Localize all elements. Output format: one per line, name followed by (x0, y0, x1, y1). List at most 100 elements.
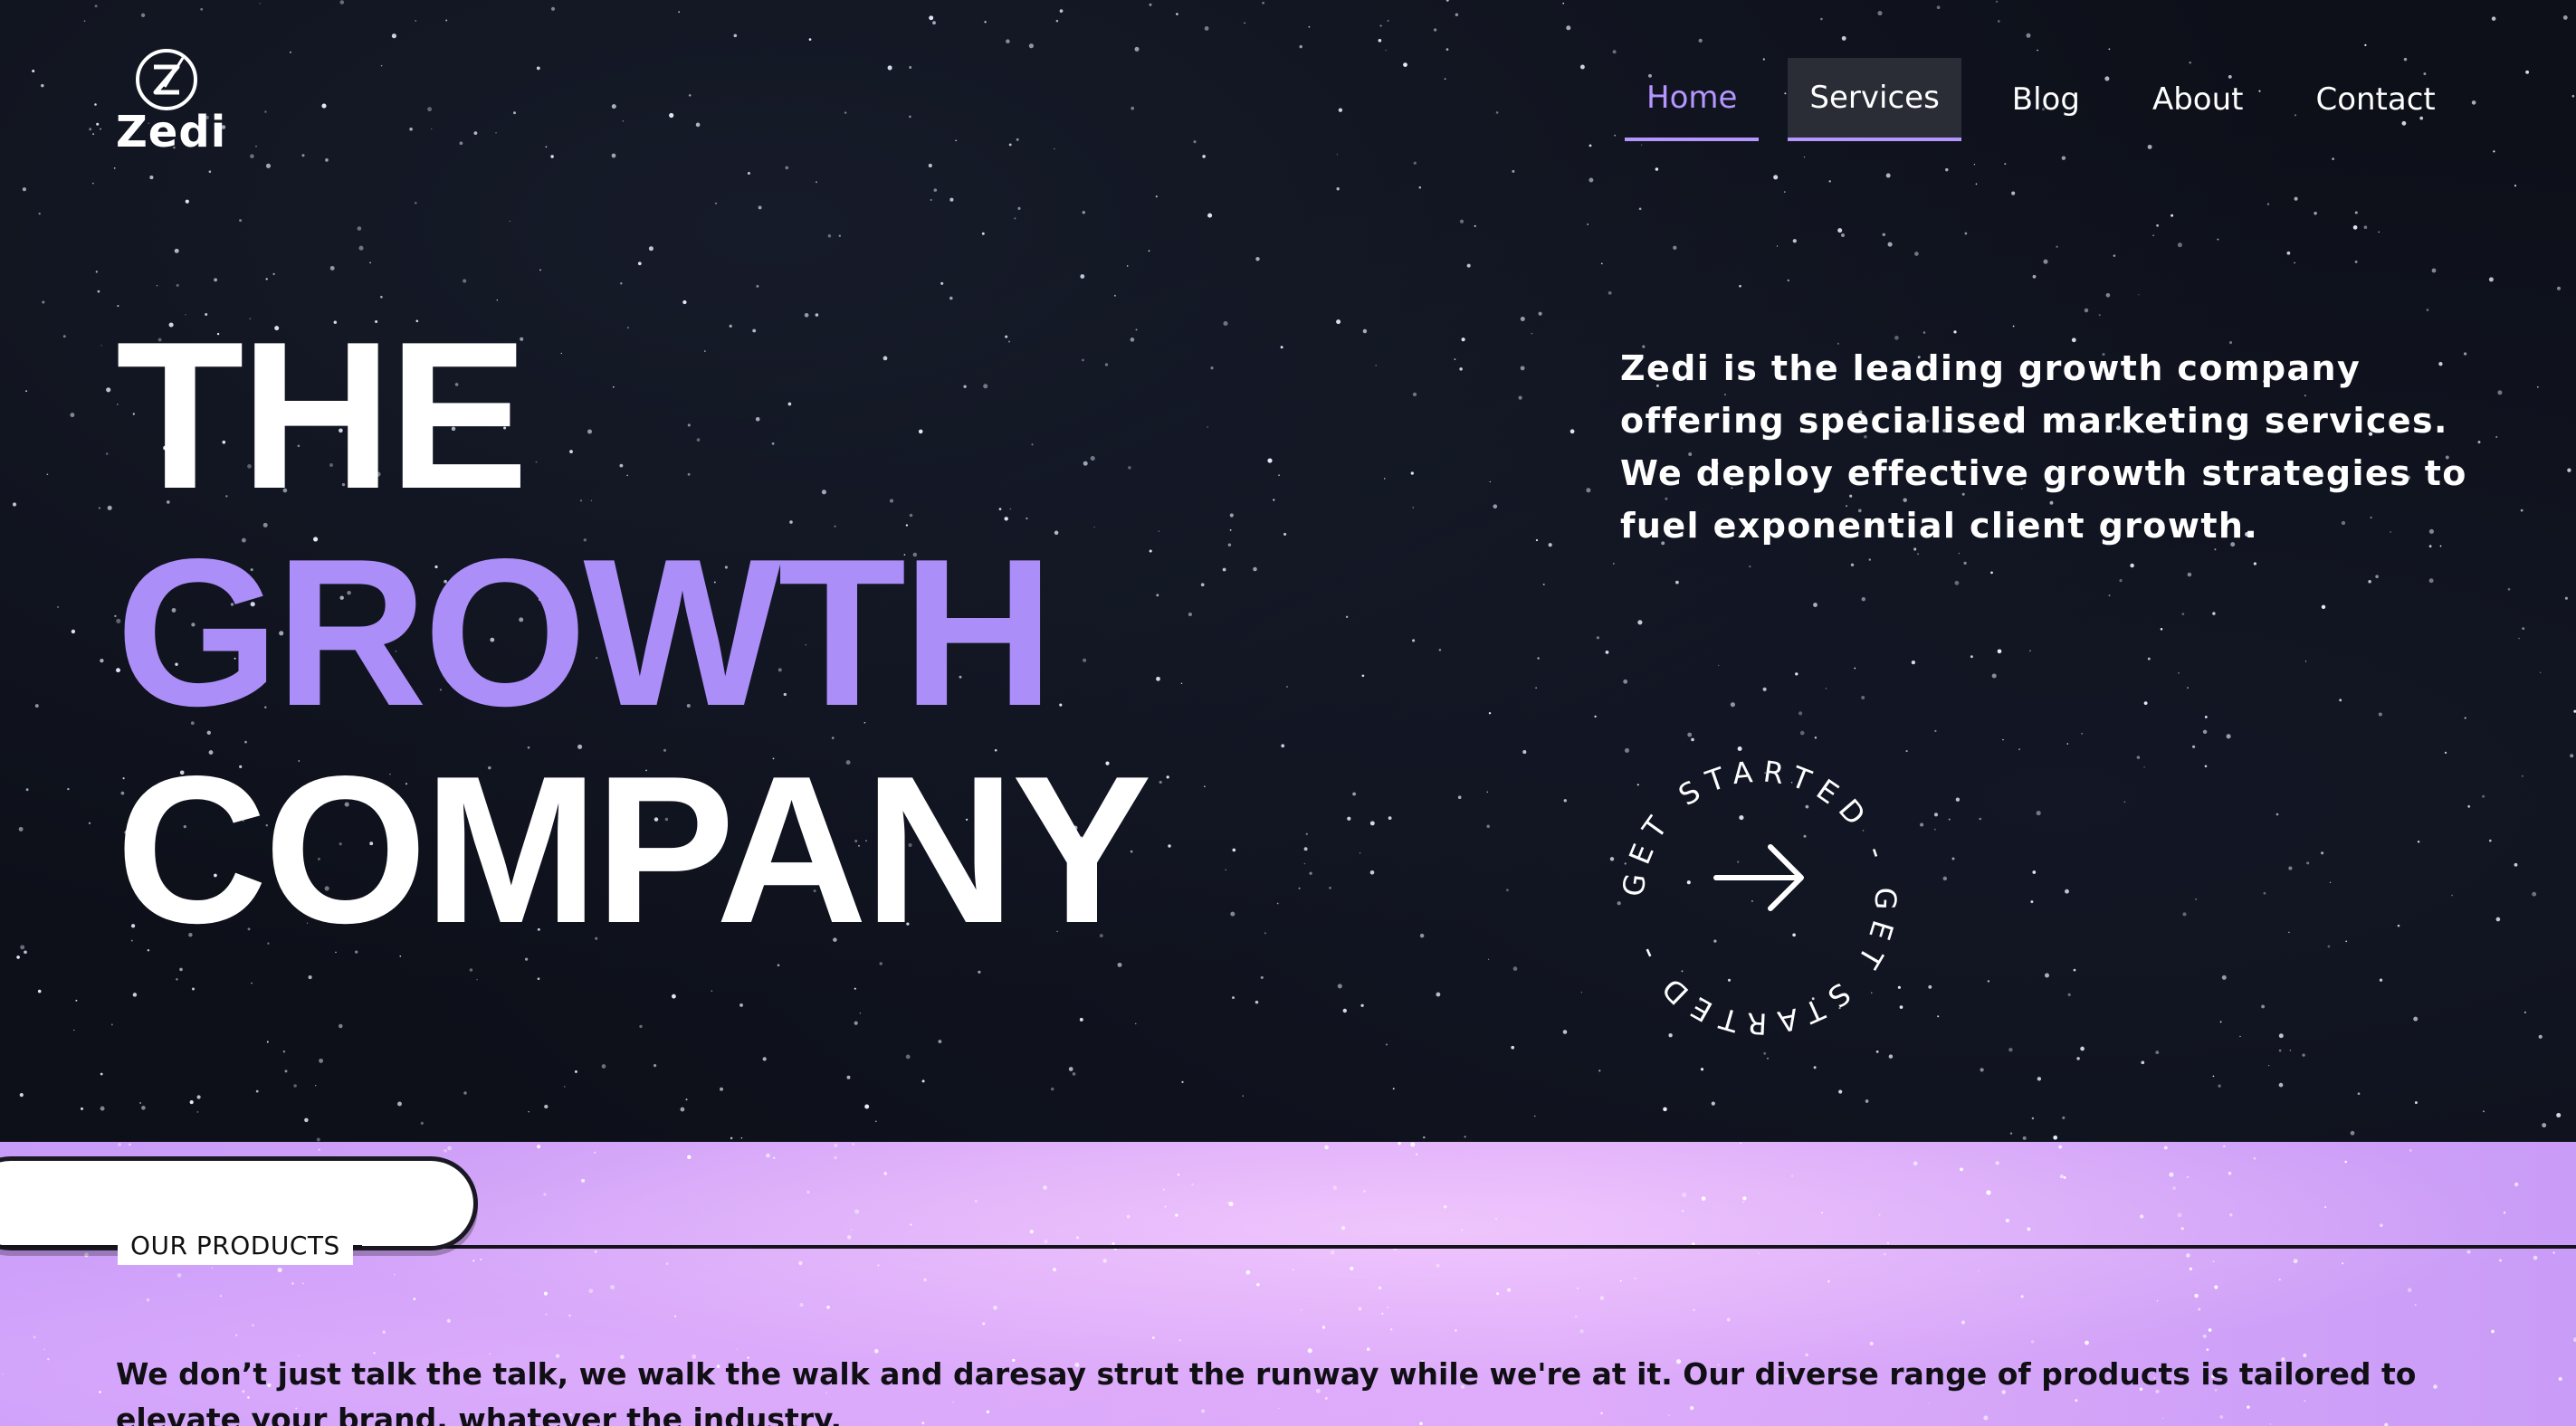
star (921, 1079, 925, 1083)
star (1868, 558, 1871, 561)
star (2204, 715, 2208, 718)
star (89, 128, 92, 131)
star (2026, 33, 2031, 38)
star (1562, 2, 1565, 5)
star (1352, 792, 1356, 796)
star (1928, 984, 1932, 989)
star (2058, 1145, 2063, 1149)
star (1599, 1296, 1605, 1300)
star (1052, 1268, 1057, 1272)
star (1177, 1174, 1180, 1176)
star (1886, 1241, 1890, 1244)
star (469, 968, 473, 972)
star (1204, 785, 1206, 787)
star (302, 1282, 304, 1285)
star (740, 1137, 743, 1139)
star (277, 1268, 282, 1273)
star (1340, 1226, 1346, 1231)
star (325, 158, 329, 162)
star (319, 1058, 324, 1063)
star (1841, 233, 1845, 237)
star (255, 145, 257, 147)
nav-about[interactable]: About (2131, 58, 2266, 141)
star (1821, 1212, 1824, 1214)
star (1158, 530, 1160, 532)
star (1488, 711, 1492, 715)
star (2536, 385, 2539, 388)
star (94, 5, 98, 8)
star (1155, 195, 1158, 198)
star (1245, 1269, 1251, 1275)
star (2499, 1259, 2502, 1262)
star (110, 1023, 113, 1026)
star (1882, 233, 1886, 237)
star (2321, 604, 2326, 609)
nav-services[interactable]: Services (1788, 58, 1961, 141)
star (1156, 676, 1160, 681)
star (92, 133, 94, 136)
star (1416, 1153, 1418, 1155)
star (2368, 580, 2371, 584)
star (1960, 1167, 1963, 1172)
star (88, 822, 91, 824)
star (2004, 163, 2007, 166)
star (695, 122, 701, 128)
star (1134, 46, 1140, 52)
star (420, 1121, 424, 1126)
star (20, 945, 25, 950)
star (1459, 367, 1463, 371)
star (1055, 19, 1059, 23)
star (2497, 390, 2503, 395)
star (2037, 49, 2038, 52)
star (1535, 538, 1539, 542)
star (2266, 203, 2270, 205)
star (1126, 265, 1129, 267)
star (94, 103, 97, 106)
star (1520, 316, 1525, 322)
star (1178, 1338, 1181, 1342)
hero-section: Zedi Home Services Blog About Contact TH… (0, 0, 2576, 1142)
star (1991, 673, 1997, 679)
star (118, 1143, 121, 1146)
brand-logo[interactable]: Zedi (116, 47, 225, 159)
get-started-button[interactable]: GET STARTED - GET STARTED - (1598, 737, 1921, 1059)
star (826, 1305, 830, 1309)
star (2294, 261, 2295, 264)
star (176, 978, 178, 981)
star (1191, 1183, 1194, 1186)
star (329, 265, 335, 271)
star (1975, 183, 1978, 185)
star (1076, 1236, 1080, 1240)
nav-home[interactable]: Home (1625, 58, 1760, 141)
star (537, 1145, 541, 1149)
hero-description: Zedi is the leading growth company offer… (1620, 348, 2467, 546)
star (414, 201, 417, 204)
star (1283, 532, 1287, 536)
star (1361, 674, 1365, 678)
star (1589, 144, 1592, 147)
star (1267, 458, 1273, 463)
star (2204, 765, 2208, 768)
star (1742, 1201, 1745, 1203)
star (1718, 664, 1720, 667)
star (2177, 242, 2182, 248)
star (2037, 1077, 2042, 1081)
star (1207, 213, 1213, 218)
star (1232, 996, 1235, 1000)
products-label: OUR PRODUCTS (118, 1227, 353, 1265)
star (1222, 567, 1226, 572)
star (2558, 1376, 2562, 1382)
nav-blog[interactable]: Blog (1990, 58, 2102, 141)
star (1612, 562, 1615, 565)
star (2520, 509, 2524, 512)
star (473, 131, 478, 136)
star (1533, 1115, 1536, 1117)
star (251, 982, 253, 984)
star (1419, 933, 1425, 938)
star (1488, 958, 1490, 960)
star (321, 103, 327, 109)
star (1520, 366, 1525, 371)
star (2030, 900, 2034, 904)
nav-contact[interactable]: Contact (2294, 58, 2457, 141)
star (2113, 254, 2116, 257)
